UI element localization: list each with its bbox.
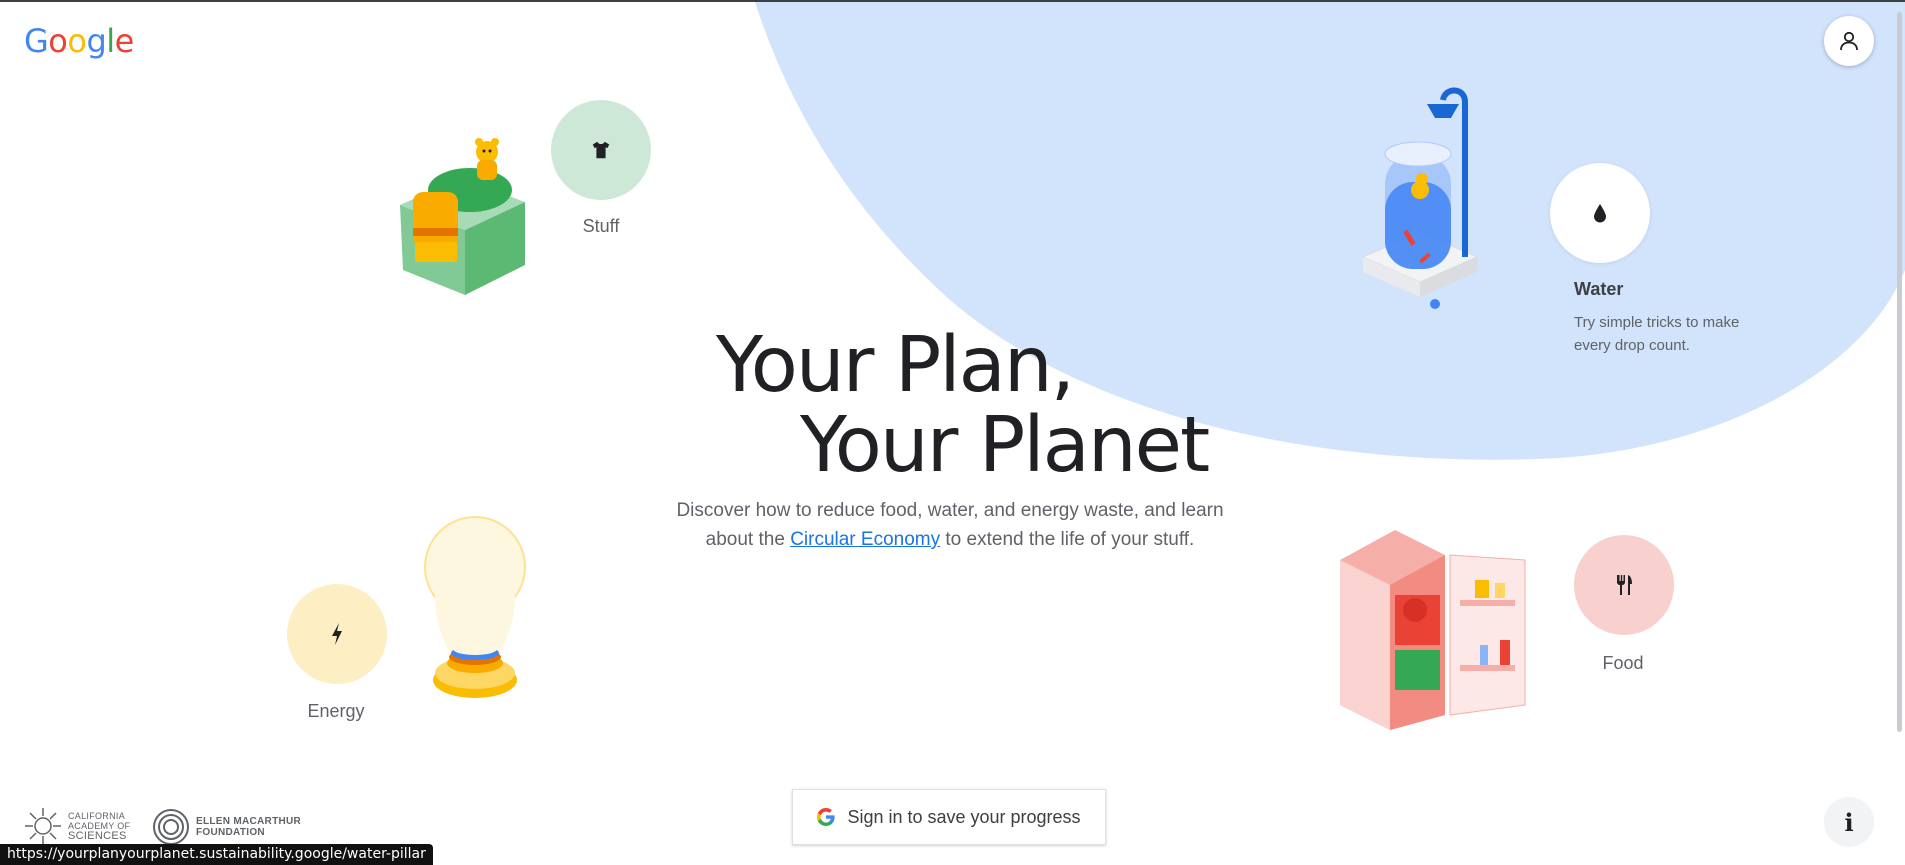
emf-line: ELLEN MACARTHUR — [196, 816, 302, 827]
ellen-macarthur-logo[interactable]: ELLEN MACARTHUR FOUNDATION — [152, 808, 301, 846]
fork-knife-icon — [1617, 575, 1632, 595]
concentric-circles-icon — [153, 809, 189, 845]
page-title: Your Plan, Your Planet — [716, 326, 1210, 490]
energy-pillar-button[interactable] — [287, 584, 387, 684]
person-icon — [1840, 31, 1858, 51]
sun-burst-icon — [25, 808, 61, 844]
water-pillar-button[interactable] — [1550, 163, 1650, 263]
water-drop-icon — [1594, 204, 1606, 223]
cas-line: CALIFORNIA — [68, 811, 126, 821]
status-bar-url: https://yourplanyourplanet.sustainabilit… — [0, 844, 433, 865]
food-fridge-illustration[interactable] — [1335, 525, 1535, 730]
signin-label: Sign in to save your progress — [847, 806, 1081, 827]
title-line-2: Your Planet — [800, 401, 1210, 490]
emf-text: ELLEN MACARTHUR FOUNDATION — [196, 816, 301, 838]
google-g-icon — [817, 808, 836, 826]
logo-letter: l — [106, 22, 115, 60]
scrollbar[interactable] — [1897, 12, 1902, 732]
signin-button[interactable]: Sign in to save your progress — [792, 789, 1106, 845]
emf-line: FOUNDATION — [196, 827, 265, 838]
energy-label[interactable]: Energy — [276, 701, 396, 722]
cas-text: CALIFORNIA ACADEMY OF SCIENCES — [68, 811, 130, 842]
stuff-pillar-button[interactable] — [551, 100, 651, 200]
shirt-icon — [592, 141, 610, 159]
lightning-bolt-icon — [332, 623, 342, 645]
water-shower-illustration[interactable] — [1355, 82, 1495, 322]
water-description: Try simple tricks to make every drop cou… — [1574, 314, 1740, 354]
page: Google Stuff Water Try simple tricks to … — [0, 0, 1905, 865]
water-label[interactable]: Water — [1540, 279, 1700, 300]
food-label[interactable]: Food — [1563, 653, 1683, 674]
logo-letter: o — [67, 22, 87, 60]
cas-line: SCIENCES — [68, 830, 127, 842]
info-button[interactable]: i — [1824, 797, 1874, 847]
food-pillar-button[interactable] — [1574, 535, 1674, 635]
google-logo[interactable]: Google — [24, 22, 134, 60]
circular-economy-link[interactable]: Circular Economy — [790, 529, 940, 550]
stuff-box-illustration[interactable] — [385, 130, 535, 300]
california-academy-logo[interactable]: CALIFORNIA ACADEMY OF SCIENCES — [24, 807, 130, 845]
logo-letter: e — [114, 22, 135, 60]
hero-subtitle: Discover how to reduce food, water, and … — [660, 496, 1240, 554]
logo-letter: G — [24, 22, 49, 60]
stuff-label[interactable]: Stuff — [541, 216, 661, 237]
subtitle-text-end: to extend the life of your stuff. — [940, 529, 1195, 550]
logo-letter: o — [48, 22, 68, 60]
logo-letter: g — [86, 22, 107, 60]
account-button[interactable] — [1824, 16, 1874, 66]
title-line-1: Your Plan, — [716, 321, 1075, 410]
energy-bulb-illustration[interactable] — [420, 515, 530, 705]
